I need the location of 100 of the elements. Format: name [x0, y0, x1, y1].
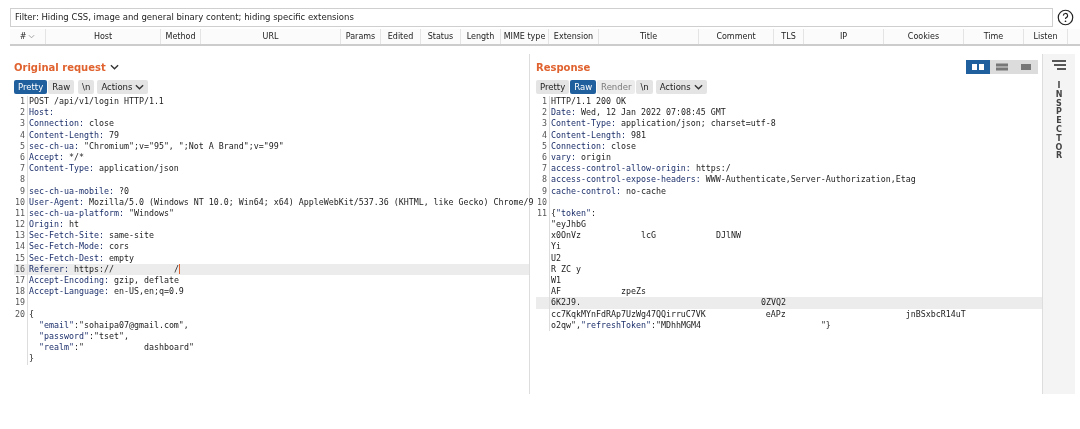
line-number: 5 — [19, 140, 26, 152]
line-number: 17 — [14, 275, 26, 287]
line-number: 3 — [541, 118, 548, 130]
view-tab[interactable]: \n — [636, 80, 653, 94]
code-text: / — [173, 263, 179, 275]
header-name: Connection: — [29, 118, 84, 130]
column-header[interactable]: Host — [46, 29, 161, 44]
column-header[interactable]: Extension — [549, 29, 599, 44]
line-number: 7 — [19, 163, 26, 175]
column-header[interactable]: Length — [461, 29, 501, 44]
actions-button[interactable]: Actions — [97, 80, 149, 94]
column-header[interactable]: URL — [201, 29, 341, 44]
header-name: User-Agent: — [29, 196, 84, 208]
inspector-tab[interactable]: INSPECTOR — [1055, 82, 1063, 162]
chevron-icon — [135, 84, 145, 90]
column-header[interactable]: # — [10, 29, 46, 44]
column-header[interactable]: Cookies — [884, 29, 964, 44]
column-header[interactable]: Comment — [699, 29, 774, 44]
line-number: 10 — [14, 196, 26, 208]
header-name: sec-ch-ua: — [29, 140, 79, 152]
view-tab[interactable]: Raw — [48, 80, 75, 94]
column-header[interactable]: Listen — [1024, 29, 1068, 44]
header-name: Content-Type: — [29, 163, 94, 175]
code-text: 6K2J9. — [551, 297, 581, 309]
line-number: 18 — [14, 286, 26, 298]
code-text: HTTP/1.1 200 OK — [551, 96, 626, 108]
stacked-view-icon[interactable] — [990, 60, 1014, 74]
header-name: Accept-Language: — [29, 286, 109, 298]
column-header[interactable]: Title — [599, 29, 699, 44]
line-number: 19 — [14, 297, 26, 309]
code-text: gzip, deflate — [113, 275, 179, 287]
view-tab[interactable]: Raw — [570, 80, 597, 94]
column-header[interactable]: Params — [341, 29, 381, 44]
view-tab[interactable]: Pretty — [536, 80, 570, 94]
code-text: ?0 — [118, 185, 129, 197]
code-text: ht — [68, 219, 79, 231]
header-name: Origin: — [29, 219, 64, 231]
code-text: AF — [551, 286, 561, 298]
column-header[interactable]: Method — [161, 29, 201, 44]
header-name: sec-ch-ua-mobile: — [29, 185, 114, 197]
header-name: "email" — [38, 319, 74, 331]
code-text: WWW-Authenticate,Server-Authorization,Etag — [705, 174, 916, 186]
code-text: zpeZs — [621, 286, 646, 298]
view-tab[interactable]: \n — [78, 80, 95, 94]
header-name: "realm" — [38, 342, 74, 354]
code-text: application/json — [98, 163, 179, 175]
column-header[interactable]: TLS — [774, 29, 804, 44]
code-text: { — [29, 308, 34, 320]
column-header[interactable]: Time — [964, 29, 1024, 44]
header-name: Connection: — [551, 140, 606, 152]
line-number: 8 — [19, 174, 26, 186]
panel-title[interactable]: Response — [536, 61, 591, 73]
code-text: application/json; charset=utf-8 — [620, 118, 776, 130]
menu-icon[interactable] — [1052, 60, 1066, 70]
line-number: 4 — [19, 129, 26, 141]
view-tab[interactable]: Pretty — [14, 80, 48, 94]
code-text: :"sohaipa07@gmail.com", — [73, 319, 189, 331]
line-number: 14 — [14, 241, 26, 253]
code-text: close — [88, 118, 114, 130]
code-text: Mozilla/5.0 (Windows NT 10.0; Win64; x64) AppleWebKit/537.36 (KHTML, like Gecko) Chrome/9 — [88, 196, 534, 208]
code-text: close — [610, 140, 636, 152]
header-name: Date: — [551, 107, 576, 119]
header-name: Sec-Fetch-Mode: — [29, 241, 104, 253]
line-number: 9 — [19, 185, 26, 197]
code-text: "eyJhbG — [551, 219, 586, 231]
code-text: https:/ — [695, 163, 731, 175]
code-text: en-US,en;q=0.9 — [113, 286, 184, 298]
header-name: Host: — [29, 107, 54, 119]
chevron-icon — [693, 84, 703, 90]
code-text: eAPz — [765, 308, 786, 320]
filter-bar[interactable]: Filter: Hiding CSS, image and general binary content; hiding specific extensions — [10, 8, 1053, 27]
column-header[interactable]: Edited — [381, 29, 421, 44]
header-name: "password" — [38, 330, 89, 343]
code-text: :" — [73, 342, 84, 354]
code-text: "Chromium";v="95", ";Not A Brand";v="99" — [83, 140, 284, 152]
code-text: "} — [820, 319, 831, 331]
code-text: x0OnVz — [551, 230, 581, 242]
column-header[interactable]: IP — [804, 29, 884, 44]
line-number: 10 — [536, 196, 548, 208]
header-name: sec-ch-ua-platform: — [29, 207, 124, 220]
line-number: 11 — [536, 207, 548, 220]
line-number: 16 — [14, 263, 26, 275]
split-view-icon[interactable] — [966, 60, 990, 74]
panel-title[interactable]: Original request — [14, 61, 119, 73]
column-header[interactable]: MIME type — [501, 29, 549, 44]
code-text: { — [551, 207, 556, 220]
line-number: 3 — [19, 118, 26, 130]
help-icon[interactable] — [1057, 9, 1074, 26]
single-view-icon[interactable] — [1014, 60, 1038, 74]
code-text: W1 — [551, 275, 561, 287]
code-text: POST /api/v1/login HTTP/1.1 — [29, 96, 164, 108]
code-text: o2qw", — [551, 319, 581, 331]
actions-button[interactable]: Actions — [655, 80, 707, 94]
header-name: Content-Length: — [29, 129, 104, 141]
column-header[interactable]: Status — [421, 29, 461, 44]
header-name: Sec-Fetch-Dest: — [29, 252, 104, 264]
header-name: "refreshToken" — [581, 319, 651, 331]
code-text: no-cache — [625, 185, 666, 197]
line-number: 5 — [541, 140, 548, 152]
line-number: 2 — [541, 107, 548, 119]
